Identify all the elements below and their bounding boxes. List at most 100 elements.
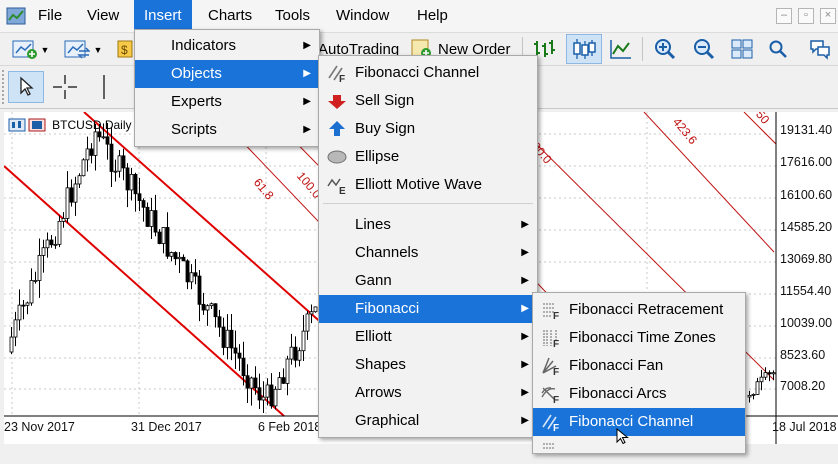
menu-item-channels[interactable]: Channels ▶ [319, 239, 537, 267]
minimize-icon[interactable]: – [776, 8, 792, 24]
chart-window-icon [8, 118, 46, 132]
candle-body [45, 239, 50, 249]
sell-sign-icon [328, 95, 346, 109]
menu-item-fibonacci-channel[interactable]: F Fibonacci Channel [319, 59, 537, 87]
menu-item-label: Objects [171, 65, 222, 82]
candle-body [747, 394, 752, 398]
menu-item-fibonacci-arcs[interactable]: F Fibonacci Arcs [533, 380, 745, 408]
candle-body [105, 136, 110, 145]
market-watch-icon[interactable]: $ [115, 36, 135, 62]
menu-item-indicators[interactable]: Indicators ▶ [135, 32, 319, 60]
candle-body [297, 350, 302, 361]
svg-text:E: E [339, 186, 346, 194]
menu-item-objects[interactable]: Objects ▶ [135, 60, 319, 88]
candle-body [245, 375, 250, 389]
candle-body [21, 304, 26, 307]
candle-body [157, 231, 162, 244]
candle-body [149, 210, 154, 227]
candle-body [273, 388, 278, 407]
cursor-icon[interactable] [8, 71, 44, 103]
menu-insert[interactable]: Insert [134, 0, 192, 32]
menu-item-graphical[interactable]: Graphical ▶ [319, 407, 537, 435]
candle-body [205, 305, 210, 311]
menu-item-label: Fibonacci Arcs [569, 385, 667, 402]
candle-body [225, 329, 230, 348]
elliott-wave-icon: E [327, 178, 346, 194]
candle-body [751, 394, 756, 396]
price-label: 14585.20 [780, 220, 833, 234]
menu-item-gann[interactable]: Gann ▶ [319, 267, 537, 295]
menu-item-shapes[interactable]: Shapes ▶ [319, 351, 537, 379]
candle-body [237, 352, 242, 359]
menu-help[interactable]: Help [407, 0, 458, 32]
price-label: 19131.40 [780, 123, 833, 137]
candle-body [229, 329, 234, 349]
menu-item-sell-sign[interactable]: Sell Sign [319, 87, 537, 115]
menu-item-fibonacci-fan[interactable]: F Fibonacci Fan [533, 352, 745, 380]
menu-item-label: Ellipse [355, 148, 400, 165]
search-icon[interactable] [766, 35, 790, 63]
menu-tools[interactable]: Tools [265, 0, 320, 32]
menu-item-fibonacci-channel[interactable]: F Fibonacci Channel [533, 408, 745, 436]
channel-lines[interactable] [4, 112, 335, 417]
menu-item-fibonacci-retracement[interactable]: F Fibonacci Retracement [533, 296, 745, 324]
candle-body [129, 173, 134, 191]
chevron-down-icon[interactable]: ▼ [93, 45, 103, 55]
close-icon[interactable]: × [820, 8, 836, 24]
menu-item-more[interactable] [533, 436, 745, 464]
menu-item-label: Experts [171, 93, 222, 110]
menu-bar: File View Insert Charts Tools Window Hel… [0, 0, 838, 33]
candle-body [53, 243, 58, 246]
tile-windows-icon[interactable] [727, 35, 757, 63]
menu-item-arrows[interactable]: Arrows ▶ [319, 379, 537, 407]
chat-icon[interactable] [806, 35, 834, 63]
menu-item-elliott-motive-wave[interactable]: E Elliott Motive Wave [319, 171, 537, 199]
restore-icon[interactable]: ▫ [798, 8, 814, 24]
crosshair-icon[interactable] [48, 71, 82, 103]
zoom-out-icon[interactable] [689, 35, 719, 63]
candle-body [277, 377, 282, 390]
svg-text:F: F [553, 311, 559, 319]
menu-item-scripts[interactable]: Scripts ▶ [135, 116, 319, 144]
svg-text:F: F [553, 423, 559, 431]
vertical-line-icon[interactable] [94, 71, 114, 103]
app-icon[interactable] [6, 6, 26, 26]
candle-body [221, 326, 226, 348]
menu-window[interactable]: Window [326, 0, 399, 32]
candlestick-chart-icon[interactable] [566, 34, 602, 64]
candle-body [209, 303, 214, 307]
fib-line [643, 112, 775, 253]
menu-item-elliott[interactable]: Elliott ▶ [319, 323, 537, 351]
profiles-icon[interactable] [62, 35, 92, 63]
menu-item-experts[interactable]: Experts ▶ [135, 88, 319, 116]
menu-item-ellipse[interactable]: Ellipse [319, 143, 537, 171]
candle-body [265, 384, 270, 398]
zoom-in-icon[interactable] [650, 35, 680, 63]
candle-body [241, 357, 246, 377]
line-chart-icon[interactable] [606, 35, 636, 63]
menu-view[interactable]: View [77, 0, 129, 32]
candle-body [217, 316, 222, 328]
candle-body [193, 272, 198, 277]
candle-body [185, 260, 190, 283]
chevron-right-icon: ▶ [521, 331, 529, 342]
menu-file[interactable]: File [28, 0, 72, 32]
menu-item-fibonacci-time-zones[interactable]: F Fibonacci Time Zones [533, 324, 745, 352]
candle-body [301, 330, 306, 352]
menu-charts[interactable]: Charts [198, 0, 262, 32]
candle-body [309, 311, 314, 315]
menu-item-fibonacci[interactable]: Fibonacci ▶ [319, 295, 537, 323]
candle-body [33, 280, 38, 282]
chevron-right-icon: ▶ [521, 359, 529, 370]
candle-body [93, 131, 98, 156]
menu-item-buy-sign[interactable]: Buy Sign [319, 115, 537, 143]
candle-body [117, 155, 122, 172]
new-chart-icon[interactable] [10, 35, 40, 63]
chevron-down-icon[interactable]: ▼ [40, 45, 50, 55]
chevron-right-icon: ▶ [521, 219, 529, 230]
candle-body [145, 206, 150, 227]
svg-text:F: F [553, 367, 559, 375]
fib-time-zones-icon: F [543, 330, 559, 347]
fib-retracement-icon: F [543, 303, 559, 319]
menu-item-lines[interactable]: Lines ▶ [319, 211, 537, 239]
